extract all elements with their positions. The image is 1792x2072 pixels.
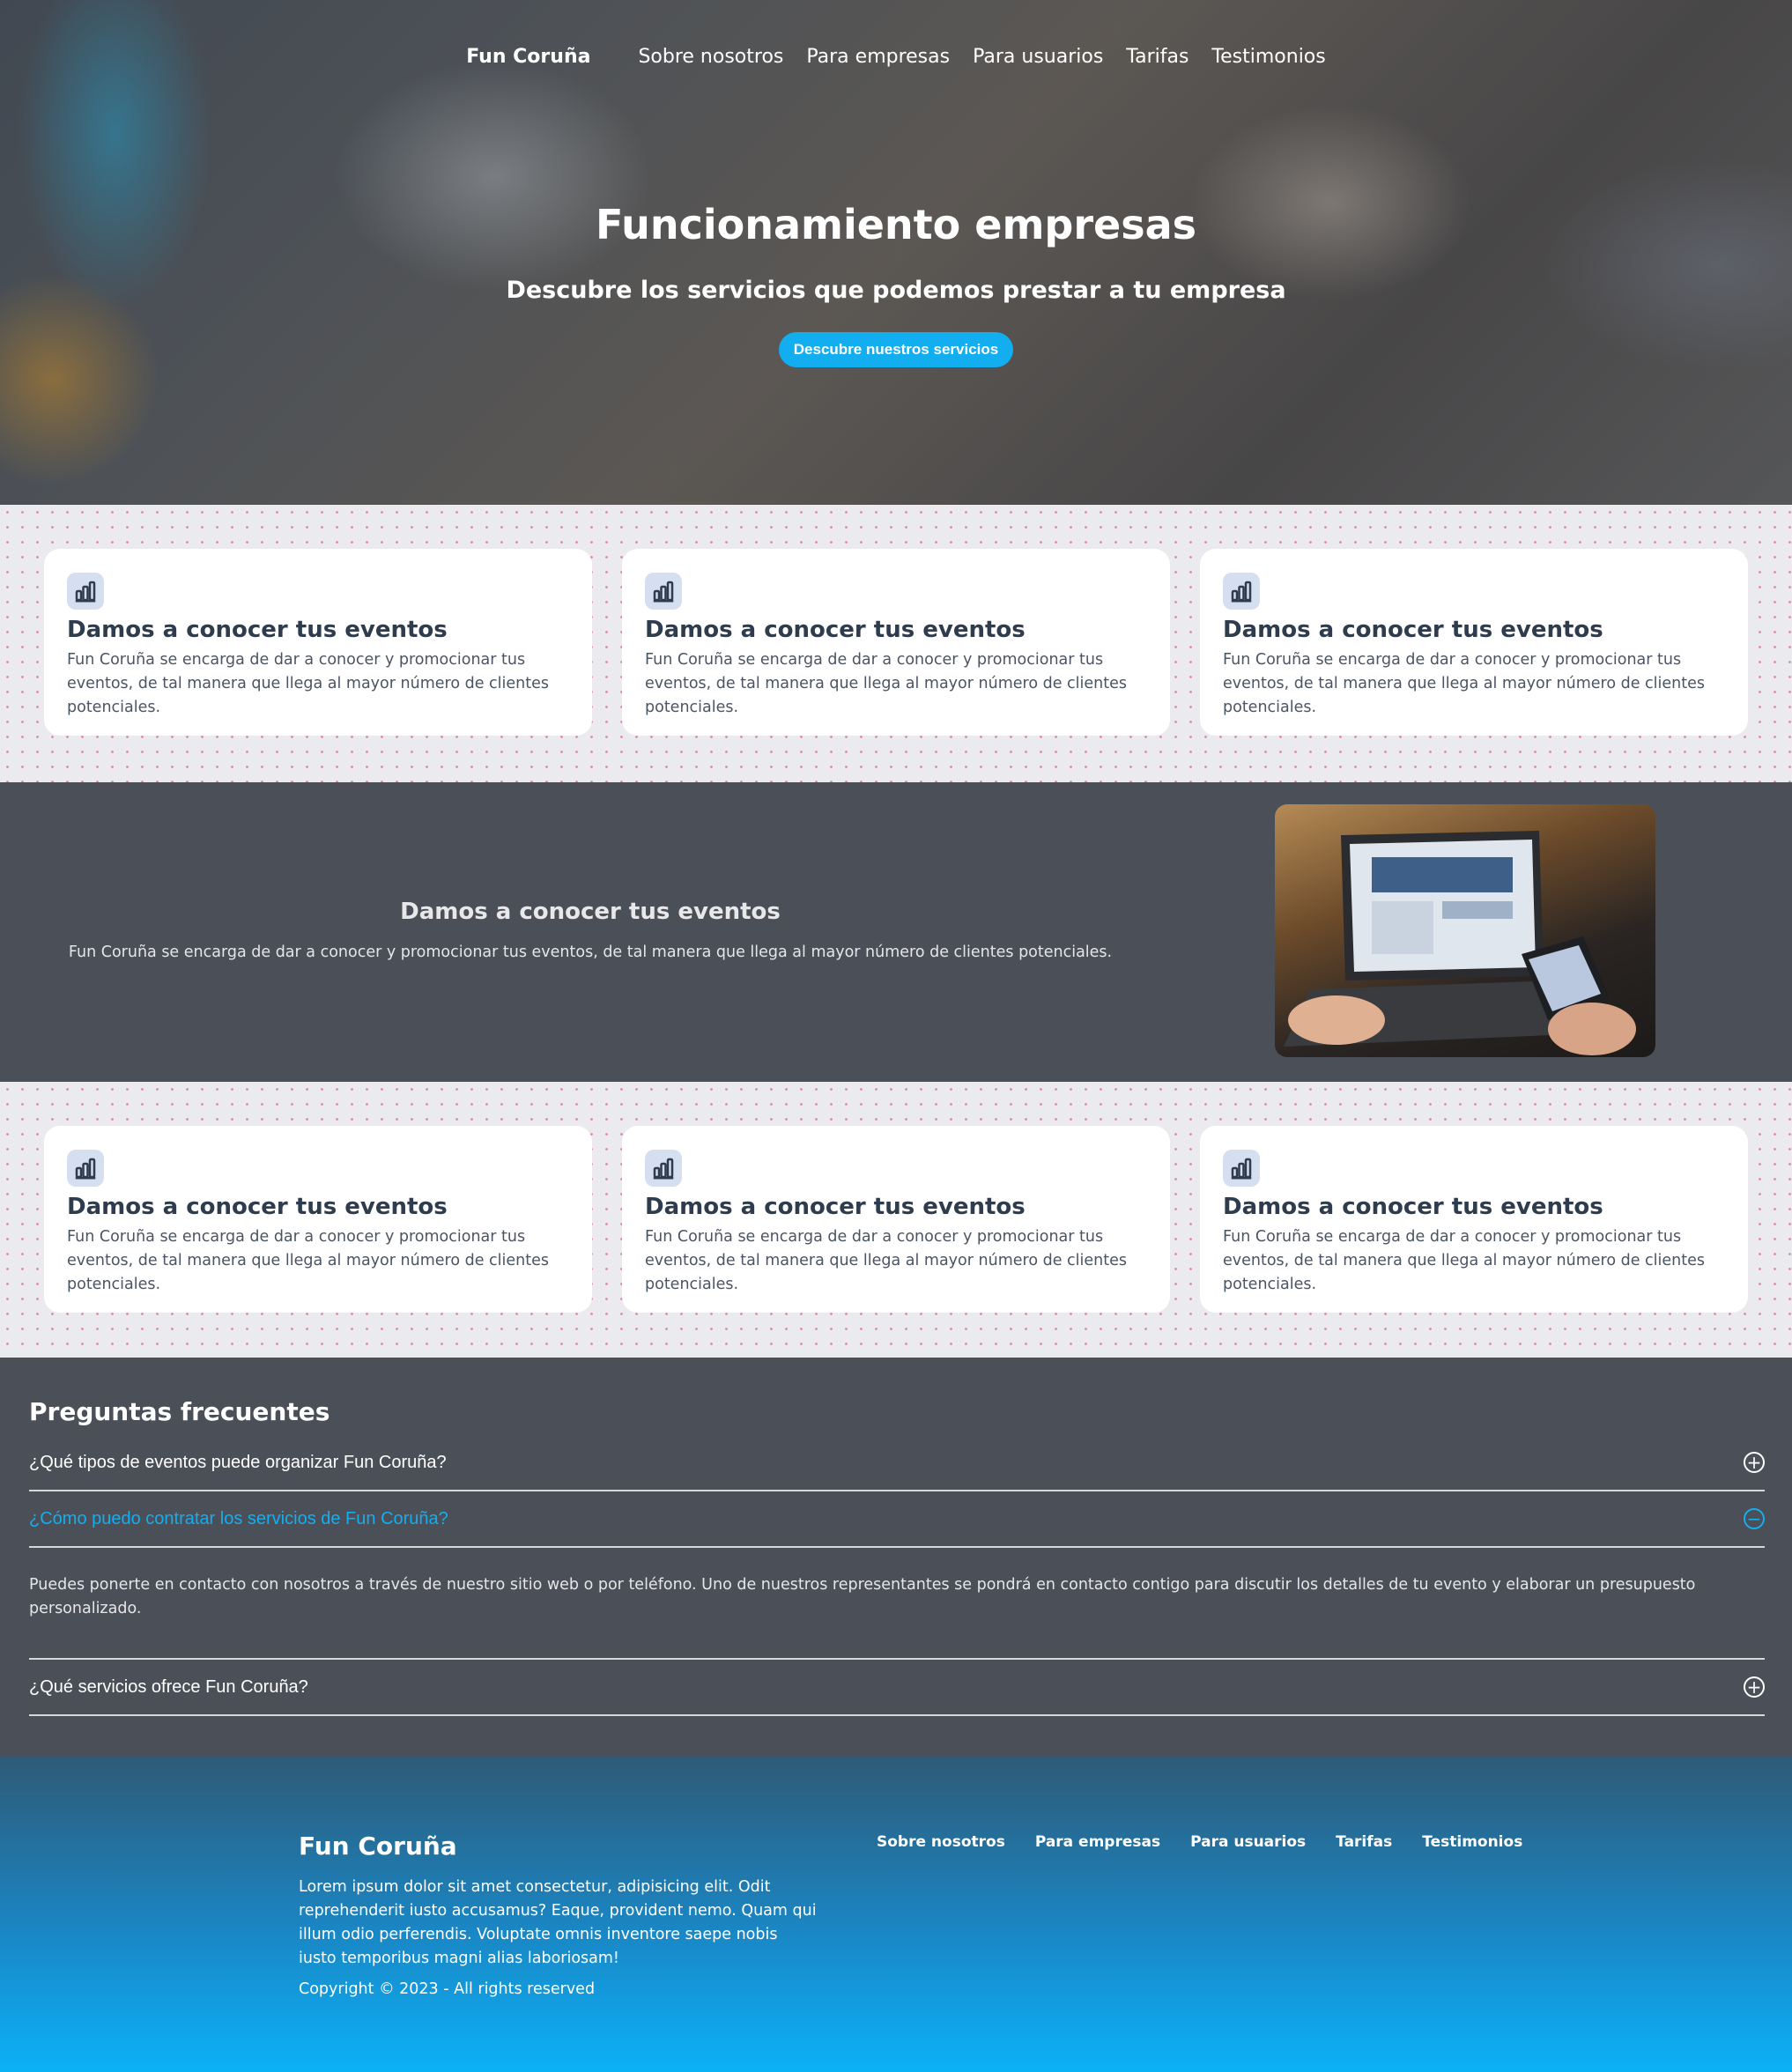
footer-link-sobre-nosotros[interactable]: Sobre nosotros: [877, 1833, 1005, 1851]
feature-title: Damos a conocer tus eventos: [400, 899, 781, 925]
card-title: Damos a conocer tus eventos: [645, 1194, 1026, 1220]
feature-card: Damos a conocer tus eventos Fun Coruña s…: [1200, 1126, 1748, 1313]
bar-chart-icon: [645, 573, 682, 610]
nav-link-para-usuarios[interactable]: Para usuarios: [973, 46, 1103, 68]
faq-question-expanded[interactable]: ¿Cómo puedo contratar los servicios de F…: [29, 1491, 1765, 1548]
faq-section: Preguntas frecuentes ¿Qué tipos de event…: [0, 1358, 1792, 1756]
feature-card: Damos a conocer tus eventos Fun Coruña s…: [1200, 549, 1748, 736]
main-nav: Fun Coruña Sobre nosotros Para empresas …: [0, 46, 1792, 68]
card-title: Damos a conocer tus eventos: [67, 1194, 448, 1220]
features-bottom-section: Damos a conocer tus eventos Fun Coruña s…: [0, 1082, 1792, 1358]
nav-brand[interactable]: Fun Coruña: [466, 46, 590, 68]
faq-question[interactable]: ¿Qué tipos de eventos puede organizar Fu…: [29, 1435, 1765, 1491]
card-text: Fun Coruña se encarga de dar a conocer y…: [645, 1228, 1127, 1293]
feature-card: Damos a conocer tus eventos Fun Coruña s…: [44, 549, 592, 736]
nav-link-tarifas[interactable]: Tarifas: [1126, 46, 1188, 68]
card-text: Fun Coruña se encarga de dar a conocer y…: [645, 651, 1127, 716]
minus-circle-icon[interactable]: −: [1744, 1508, 1765, 1529]
nav-link-testimonios[interactable]: Testimonios: [1211, 46, 1325, 68]
card-text: Fun Coruña se encarga de dar a conocer y…: [67, 1228, 549, 1293]
feature-card: Damos a conocer tus eventos Fun Coruña s…: [44, 1126, 592, 1313]
card-title: Damos a conocer tus eventos: [67, 617, 448, 643]
footer-nav: Sobre nosotros Para empresas Para usuari…: [877, 1833, 1522, 1851]
card-text: Fun Coruña se encarga de dar a conocer y…: [67, 651, 549, 716]
hero-section: Fun Coruña Sobre nosotros Para empresas …: [0, 0, 1792, 505]
plus-circle-icon[interactable]: +: [1744, 1676, 1765, 1698]
card-text: Fun Coruña se encarga de dar a conocer y…: [1223, 1228, 1705, 1293]
faq-answer: Puedes ponerte en contacto con nosotros …: [29, 1576, 1696, 1617]
footer-link-para-usuarios[interactable]: Para usuarios: [1190, 1833, 1306, 1851]
bar-chart-icon: [67, 573, 104, 610]
plus-circle-icon[interactable]: +: [1744, 1452, 1765, 1473]
hero-background-image: [0, 0, 1792, 505]
features-top-section: Damos a conocer tus eventos Fun Coruña s…: [0, 505, 1792, 782]
feature-card: Damos a conocer tus eventos Fun Coruña s…: [622, 549, 1170, 736]
bar-chart-icon: [1223, 1150, 1260, 1187]
faq-title: Preguntas frecuentes: [29, 1397, 330, 1426]
discover-services-button[interactable]: Descubre nuestros servicios: [778, 332, 1014, 367]
bar-chart-icon: [645, 1150, 682, 1187]
nav-link-sobre-nosotros[interactable]: Sobre nosotros: [638, 46, 783, 68]
faq-question[interactable]: ¿Qué servicios ofrece Fun Coruña? +: [29, 1658, 1765, 1716]
card-title: Damos a conocer tus eventos: [1223, 617, 1603, 643]
nav-link-para-empresas[interactable]: Para empresas: [806, 46, 950, 68]
feature-text: Fun Coruña se encarga de dar a conocer y…: [68, 944, 1113, 961]
site-footer: Fun Coruña Lorem ipsum dolor sit amet co…: [0, 1756, 1792, 2072]
faq-question-text[interactable]: ¿Qué servicios ofrece Fun Coruña?: [29, 1677, 308, 1698]
card-title: Damos a conocer tus eventos: [1223, 1194, 1603, 1220]
footer-description: Lorem ipsum dolor sit amet consectetur, …: [299, 1878, 817, 1967]
faq-question-text[interactable]: ¿Qué tipos de eventos puede organizar Fu…: [29, 1453, 447, 1473]
hero-subtitle: Descubre los servicios que podemos prest…: [506, 277, 1286, 304]
hero-title: Funcionamiento empresas: [595, 201, 1197, 248]
footer-copyright: Copyright © 2023 - All rights reserved: [299, 1980, 596, 1998]
footer-link-tarifas[interactable]: Tarifas: [1336, 1833, 1392, 1851]
footer-link-para-empresas[interactable]: Para empresas: [1035, 1833, 1160, 1851]
footer-link-testimonios[interactable]: Testimonios: [1422, 1833, 1522, 1851]
footer-brand: Fun Coruña: [299, 1832, 457, 1861]
feature-highlight-section: Damos a conocer tus eventos Fun Coruña s…: [0, 782, 1792, 1082]
feature-card: Damos a conocer tus eventos Fun Coruña s…: [622, 1126, 1170, 1313]
faq-question-text[interactable]: ¿Cómo puedo contratar los servicios de F…: [29, 1509, 448, 1529]
bar-chart-icon: [1223, 573, 1260, 610]
card-text: Fun Coruña se encarga de dar a conocer y…: [1223, 651, 1705, 716]
card-title: Damos a conocer tus eventos: [645, 617, 1026, 643]
laptop-phone-photo: [1275, 804, 1655, 1057]
bar-chart-icon: [67, 1150, 104, 1187]
